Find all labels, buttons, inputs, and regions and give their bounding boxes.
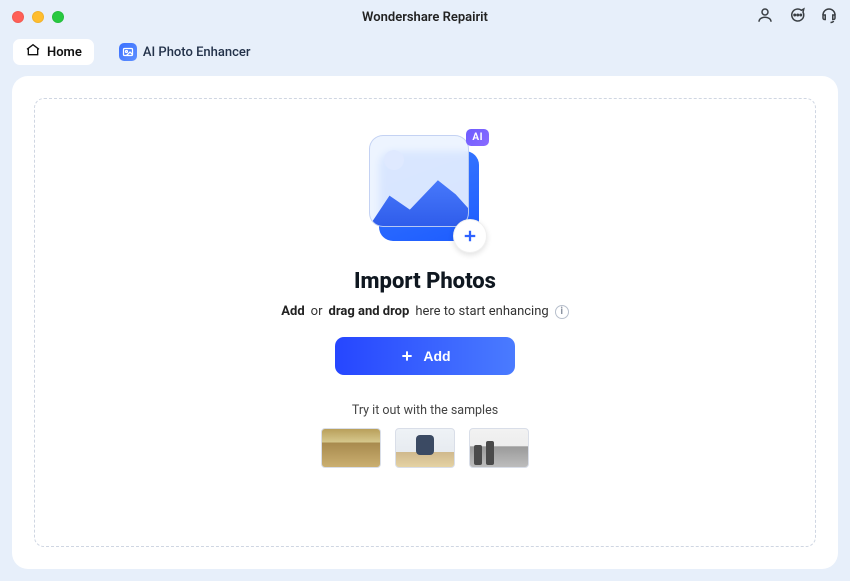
ai-badge: AI bbox=[466, 129, 489, 146]
close-window-button[interactable] bbox=[12, 11, 24, 23]
samples-section: Try it out with the samples bbox=[321, 403, 529, 468]
page-title: Import Photos bbox=[354, 269, 496, 294]
chat-icon[interactable] bbox=[788, 6, 806, 28]
home-tab[interactable]: Home bbox=[12, 38, 95, 66]
maximize-window-button[interactable] bbox=[52, 11, 64, 23]
main-card: AI Import Photos Add or drag and drop he… bbox=[12, 76, 838, 569]
subtitle-rest: here to start enhancing bbox=[415, 304, 548, 319]
user-icon[interactable] bbox=[756, 6, 774, 28]
subtitle-add: Add bbox=[281, 304, 304, 319]
plus-icon bbox=[453, 219, 487, 253]
feature-label: AI Photo Enhancer bbox=[143, 45, 251, 60]
tabs-row: Home AI Photo Enhancer bbox=[0, 34, 850, 76]
add-button-label: Add bbox=[423, 348, 450, 364]
samples-row bbox=[321, 428, 529, 468]
app-title: Wondershare Repairit bbox=[0, 10, 850, 25]
minimize-window-button[interactable] bbox=[32, 11, 44, 23]
home-icon bbox=[25, 42, 41, 62]
add-button[interactable]: Add bbox=[335, 337, 515, 375]
sample-image-1[interactable] bbox=[321, 428, 381, 468]
home-label: Home bbox=[47, 45, 82, 60]
titlebar: Wondershare Repairit bbox=[0, 0, 850, 34]
photo-icon bbox=[119, 43, 137, 61]
sample-image-3[interactable] bbox=[469, 428, 529, 468]
support-icon[interactable] bbox=[820, 6, 838, 28]
dropzone[interactable]: AI Import Photos Add or drag and drop he… bbox=[34, 98, 816, 547]
subtitle: Add or drag and drop here to start enhan… bbox=[281, 304, 568, 319]
samples-label: Try it out with the samples bbox=[321, 403, 529, 418]
import-illustration: AI bbox=[365, 131, 485, 251]
subtitle-or: or bbox=[311, 304, 323, 319]
sample-image-2[interactable] bbox=[395, 428, 455, 468]
plus-icon bbox=[399, 348, 415, 364]
feature-tab[interactable]: AI Photo Enhancer bbox=[107, 38, 263, 66]
window-controls bbox=[12, 11, 64, 23]
titlebar-actions bbox=[756, 6, 838, 28]
subtitle-drag: drag and drop bbox=[329, 304, 410, 319]
info-icon[interactable]: i bbox=[555, 305, 569, 319]
